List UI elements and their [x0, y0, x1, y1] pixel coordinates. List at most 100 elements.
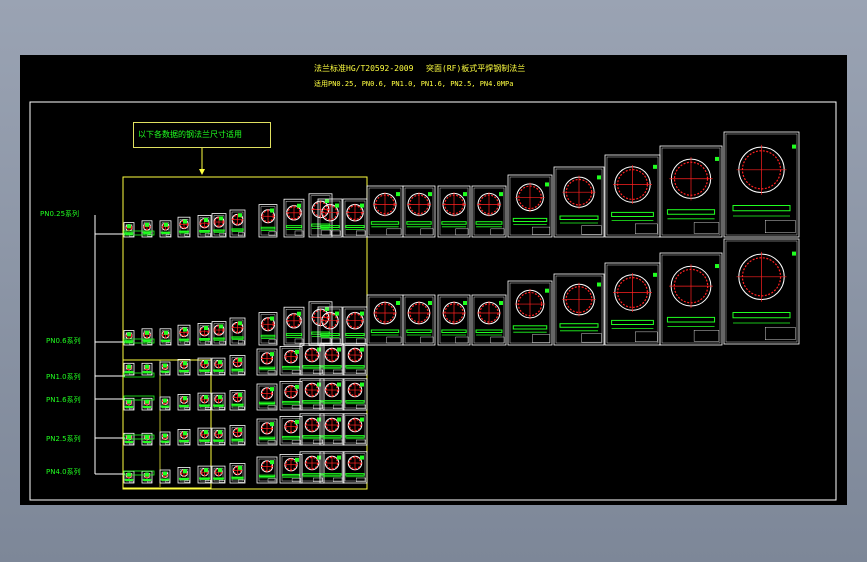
sheet-r0-0-mark	[127, 224, 131, 229]
sheet-s3-5-titleblock	[218, 480, 225, 483]
sheet-s3-11-section	[345, 473, 365, 476]
sheet-s1-4-mark	[204, 395, 208, 400]
sheet-r0-8-section	[285, 225, 303, 229]
sheet-r1-5-section	[213, 337, 225, 340]
sheet-r1-8-section	[285, 333, 303, 337]
sheet-upper-5-section	[559, 215, 599, 220]
sheet-s0-7-mark	[270, 352, 274, 357]
sheet-r1-b-titleblock	[356, 338, 367, 344]
sheet-s2-7-mark	[270, 422, 274, 427]
sheet-s2-7-titleblock	[267, 440, 277, 445]
sheet-lower-6-section	[611, 319, 654, 325]
sheet-s2-0-titleblock	[129, 442, 134, 445]
cad-model-space[interactable]: 法兰标准HG/T20592-2009 突面(RF)板式平焊钢制法兰 适用PN0.…	[20, 55, 847, 505]
sheet-s1-8-mark	[295, 384, 299, 389]
sheet-r1-9-titleblock	[321, 337, 332, 344]
sheet-s1-5-mark	[218, 395, 222, 400]
sheet-upper-5-titleblock	[581, 225, 602, 235]
sheet-r0-0-section	[124, 232, 134, 234]
series-label-pn16: PN1.6系列	[46, 396, 81, 404]
sheet-s3-5-section	[213, 477, 224, 480]
sheet-s3-7-titleblock	[267, 478, 277, 483]
sheet-r1-5-mark	[219, 324, 223, 329]
sheet-s2-2-section	[160, 440, 170, 443]
sheet-r0-6-mark	[238, 213, 242, 218]
sheet-upper-4-titleblock	[532, 226, 551, 235]
sheet-r0-2-section	[160, 231, 171, 234]
sheet-s3-9-section	[302, 473, 322, 476]
sheet-s1-7-mark	[270, 387, 274, 392]
sheet-s1-5-titleblock	[218, 407, 225, 410]
sheet-r1-4-section	[199, 338, 210, 341]
sheet-s0-1-mark	[145, 364, 149, 369]
sheet-s0-9-section	[302, 365, 322, 368]
sheet-s0-4-titleblock	[204, 372, 211, 375]
sheet-r0-b-section	[345, 225, 365, 229]
sheet-upper-2-section	[441, 221, 467, 225]
sheet-s2-7-section	[258, 436, 276, 440]
sheet-r0-b-titleblock	[356, 230, 367, 236]
sheet-s0-3-titleblock	[184, 372, 190, 375]
sheet-lower-4-titleblock	[532, 334, 551, 343]
sheet-lower-2-mark	[463, 301, 467, 305]
sheet-s2-4-mark	[204, 430, 208, 435]
sheet-s2-11-section	[345, 435, 365, 438]
sheet-s0-2-section	[160, 370, 170, 373]
sheet-s3-2-mark	[163, 471, 167, 476]
sheet-s0-8-titleblock	[291, 370, 302, 375]
sheet-s2-8-section	[282, 435, 300, 439]
sheet-s0-3-mark	[183, 361, 187, 366]
sheet-r0-b-mark	[360, 203, 364, 208]
sheet-r0-5-mark	[219, 216, 223, 221]
sheet-s2-0-section	[124, 440, 134, 443]
sheet-r0-a-titleblock	[331, 230, 342, 236]
sheet-r1-3-mark	[183, 327, 187, 332]
sheet-s2-4-section	[199, 439, 210, 442]
sheet-s1-11-mark	[360, 382, 364, 387]
sheet-upper-8-mark	[792, 144, 796, 149]
sheet-s2-8-mark	[295, 419, 299, 424]
sheet-s0-11-section	[345, 365, 365, 368]
sheet-lower-5-mark	[597, 282, 601, 287]
sheet-r1-8-mark	[297, 311, 301, 316]
series-label-pn40: PN4.0系列	[46, 468, 81, 476]
sheet-s2-6-mark	[238, 427, 242, 432]
sheet-lower-4-mark	[545, 288, 549, 293]
sheet-r1-6-section	[231, 336, 244, 339]
sheet-s1-2-mark	[163, 398, 167, 403]
sheet-r0-7-mark	[270, 208, 274, 213]
sheet-upper-1-titleblock	[420, 228, 434, 236]
sheet-lower-1-mark	[428, 301, 432, 305]
sheet-lower-0-titleblock	[386, 336, 402, 344]
sheet-s0-4-section	[199, 369, 210, 372]
sheet-s1-6-mark	[238, 392, 242, 397]
sheet-r0-8-mark	[297, 203, 301, 208]
series-label-pn06: PN0.6系列	[46, 337, 81, 345]
sheet-s3-0-titleblock	[129, 480, 134, 483]
sheet-s3-3-titleblock	[184, 480, 190, 483]
sheet-lower-8-mark	[792, 251, 796, 256]
sheet-r1-4-mark	[204, 325, 208, 330]
sheet-s3-10-section	[322, 473, 342, 476]
sheet-lower-3-titleblock	[490, 336, 505, 344]
sheet-r0-3-mark	[183, 219, 187, 224]
sheet-upper-8-section	[732, 205, 791, 212]
sheet-s1-3-titleblock	[184, 407, 190, 410]
sheet-lower-7-mark	[715, 264, 719, 269]
sheet-upper-6-mark	[653, 164, 657, 169]
sheet-s0-3-section	[178, 369, 190, 372]
sheet-s0-11-mark	[360, 347, 364, 352]
sheet-r1-3-section	[178, 338, 190, 341]
sheet-r0-1-section	[142, 231, 152, 234]
sheet-lower-6-mark	[653, 272, 657, 277]
sheet-s3-2-section	[160, 478, 170, 481]
sheet-r0-4-section	[199, 230, 210, 233]
sheet-s3-8-titleblock	[291, 478, 302, 483]
sheet-r0-7-section	[260, 226, 276, 230]
sheet-s0-1-section	[142, 370, 152, 373]
sheet-s2-10-section	[322, 435, 342, 438]
sheet-s3-4-titleblock	[204, 480, 211, 483]
sheet-s0-2-mark	[163, 363, 167, 368]
sheet-s1-8-section	[282, 400, 300, 404]
sheet-upper-7-titleblock	[693, 222, 720, 234]
